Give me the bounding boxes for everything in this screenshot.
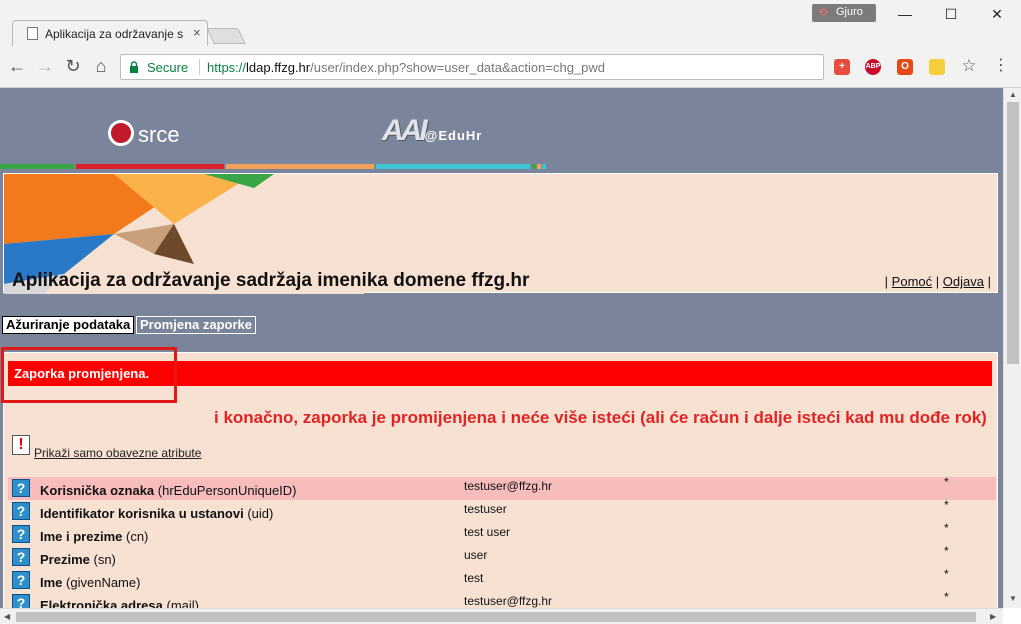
attr-label: Korisnička oznaka (hrEduPersonUniqueID) bbox=[40, 483, 297, 498]
attr-label: Ime (givenName) bbox=[40, 575, 141, 590]
url-text: https://ldap.ffzg.hr/user/index.php?show… bbox=[207, 60, 605, 75]
help-icon[interactable]: ? bbox=[12, 594, 30, 608]
bookmark-star-icon[interactable]: ☆ bbox=[958, 56, 980, 78]
help-icon[interactable]: ? bbox=[12, 502, 30, 520]
minimize-button[interactable]: — bbox=[895, 6, 915, 26]
required-marker: * bbox=[944, 521, 949, 535]
required-marker: * bbox=[944, 567, 949, 581]
table-row: ? Elektronička adresa (mail) testuser@ff… bbox=[8, 590, 996, 608]
annotation-text: i konačno, zaporka je promijenjena i neć… bbox=[214, 408, 987, 427]
horizontal-scrollbar[interactable]: ◀ ▶ bbox=[0, 608, 1003, 624]
profile-name: Gjuro bbox=[836, 6, 863, 18]
page-viewport: srce AAI@EduHr Aplikacija za održavanje … bbox=[0, 88, 1003, 608]
close-window-button[interactable]: ✕ bbox=[987, 6, 1007, 26]
attr-value: test user bbox=[464, 525, 511, 539]
tab-close-icon[interactable]: × bbox=[193, 25, 201, 40]
colorbar-red bbox=[76, 164, 224, 169]
aai-eduhr-logo: AAI@EduHr bbox=[382, 114, 483, 147]
tab-update-data[interactable]: Ažuriranje podataka bbox=[2, 316, 135, 334]
lock-icon bbox=[130, 61, 138, 73]
help-icon[interactable]: ? bbox=[12, 548, 30, 566]
colorbar-dot-orange bbox=[537, 164, 541, 169]
vertical-scroll-thumb[interactable] bbox=[1007, 102, 1019, 364]
table-row: ? Ime (givenName) test * bbox=[8, 567, 996, 592]
colorbar-dot-green bbox=[532, 164, 536, 169]
maximize-button[interactable]: ☐ bbox=[941, 6, 961, 26]
attr-label: Ime i prezime (cn) bbox=[40, 529, 149, 544]
office-icon[interactable]: O bbox=[897, 59, 913, 75]
new-tab-button[interactable] bbox=[206, 28, 246, 44]
attr-label: Elektronička adresa (mail) bbox=[40, 598, 199, 608]
help-icon[interactable]: ? bbox=[12, 571, 30, 589]
required-marker: * bbox=[944, 590, 949, 604]
tab-title: Aplikacija za održavanje s bbox=[45, 27, 184, 41]
browser-titlebar: Aplikacija za održavanje s × ⟲ Gjuro — ☐… bbox=[0, 0, 1021, 46]
exclamation-icon: ! bbox=[12, 435, 30, 455]
attr-value: user bbox=[464, 548, 488, 562]
extension-plus-icon[interactable]: + bbox=[834, 59, 850, 75]
required-marker: * bbox=[944, 544, 949, 558]
home-icon[interactable]: ⌂ bbox=[90, 56, 112, 78]
srce-circle-icon bbox=[108, 120, 134, 146]
address-bar[interactable]: Secure https://ldap.ffzg.hr/user/index.p… bbox=[120, 54, 824, 80]
adblock-icon[interactable]: ABP bbox=[865, 59, 881, 75]
table-row: ? Identifikator korisnika u ustanovi (ui… bbox=[8, 498, 996, 523]
scroll-down-icon[interactable]: ▼ bbox=[1009, 594, 1017, 603]
forward-icon[interactable]: → bbox=[34, 56, 56, 78]
page-icon bbox=[27, 27, 38, 40]
table-row: ? Prezime (sn) user * bbox=[8, 544, 996, 569]
secure-label: Secure bbox=[147, 60, 189, 75]
scroll-up-icon[interactable]: ▲ bbox=[1009, 90, 1017, 99]
colorbar-cyan bbox=[376, 164, 530, 169]
attr-value: testuser bbox=[464, 502, 507, 516]
page-title: Aplikacija za održavanje sadržaja imenik… bbox=[12, 270, 530, 291]
show-required-link[interactable]: Prikaži samo obavezne atribute bbox=[34, 446, 201, 460]
back-icon[interactable]: ← bbox=[6, 56, 28, 78]
sync-icon: ⟲ bbox=[818, 7, 828, 19]
required-marker: * bbox=[944, 498, 949, 512]
colorbar-dot-cyan bbox=[542, 164, 546, 169]
top-links: | Pomoć | Odjava | bbox=[884, 274, 991, 289]
help-icon[interactable]: ? bbox=[12, 479, 30, 497]
main-content: Zaporka promjenjena. i konačno, zaporka … bbox=[1, 347, 998, 608]
tab-change-password[interactable]: Promjena zaporke bbox=[136, 316, 256, 334]
colorbar-orange bbox=[226, 164, 374, 169]
vertical-scrollbar[interactable]: ▲ ▼ bbox=[1003, 88, 1021, 608]
required-marker: * bbox=[944, 475, 949, 489]
attr-value: testuser@ffzg.hr bbox=[464, 594, 552, 608]
attr-label: Identifikator korisnika u ustanovi (uid) bbox=[40, 506, 274, 521]
horizontal-scroll-thumb[interactable] bbox=[16, 612, 976, 622]
help-icon[interactable]: ? bbox=[12, 525, 30, 543]
attr-value: test bbox=[464, 571, 484, 585]
scroll-left-icon[interactable]: ◀ bbox=[4, 612, 10, 621]
colorbar-green bbox=[0, 164, 74, 169]
table-row: ? Ime i prezime (cn) test user * bbox=[8, 521, 996, 546]
help-link[interactable]: Pomoć bbox=[892, 274, 932, 289]
attr-label: Prezime (sn) bbox=[40, 552, 116, 567]
notes-extension-icon[interactable] bbox=[929, 59, 945, 75]
profile-button[interactable]: ⟲ Gjuro bbox=[812, 4, 876, 22]
table-row: ? Korisnička oznaka (hrEduPersonUniqueID… bbox=[8, 475, 996, 500]
srce-logo: srce bbox=[108, 120, 180, 148]
attr-value: testuser@ffzg.hr bbox=[464, 479, 552, 493]
url-separator bbox=[199, 59, 200, 75]
reload-icon[interactable]: ↻ bbox=[62, 56, 84, 78]
browser-toolbar: ← → ↻ ⌂ Secure https://ldap.ffzg.hr/user… bbox=[0, 46, 1021, 88]
menu-kebab-icon[interactable]: ⋮ bbox=[990, 56, 1012, 78]
highlight-box bbox=[1, 347, 177, 403]
browser-tab[interactable]: Aplikacija za održavanje s × bbox=[12, 20, 208, 46]
banner: Aplikacija za održavanje sadržaja imenik… bbox=[3, 173, 998, 294]
scroll-right-icon[interactable]: ▶ bbox=[990, 612, 996, 621]
logout-link[interactable]: Odjava bbox=[943, 274, 984, 289]
